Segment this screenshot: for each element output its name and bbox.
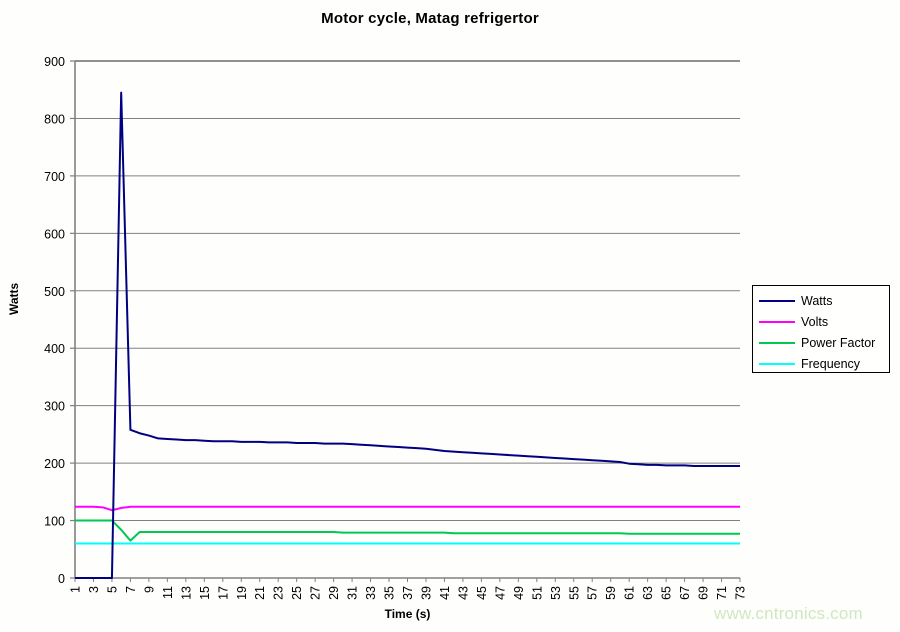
axis-lines [74,60,740,579]
svg-text:900: 900 [44,55,65,69]
x-axis-ticks: 1 3 5 7 9 11 13 15 17 19 21 23 25 27 29 31 33 35 37 39 41 43 4… [69,578,748,600]
svg-text:3: 3 [87,586,101,593]
legend-item-power-factor: Power Factor [753,332,889,353]
svg-text:69: 69 [697,586,711,600]
svg-text:17: 17 [216,586,230,600]
y-axis-ticks: 0 100 200 300 400 500 600 700 800 900 [44,55,75,586]
svg-text:1: 1 [69,586,83,593]
svg-text:39: 39 [419,586,433,600]
svg-text:100: 100 [44,515,65,529]
svg-text:25: 25 [290,586,304,600]
svg-text:43: 43 [456,586,470,600]
chart-container: Motor cycle, Matag refrigertor Watts 0 10… [0,0,900,632]
svg-text:59: 59 [604,586,618,600]
legend-swatch-volts [759,320,795,323]
svg-text:200: 200 [44,457,65,471]
svg-text:53: 53 [549,586,563,600]
svg-text:47: 47 [493,586,507,600]
svg-text:19: 19 [235,586,249,600]
svg-text:9: 9 [142,586,156,593]
svg-text:7: 7 [124,586,138,593]
svg-text:400: 400 [44,342,65,356]
series-line-watts [75,91,740,579]
svg-text:21: 21 [253,586,267,600]
legend-label-frequency: Frequency [801,356,861,371]
series-line-power-factor [75,519,740,542]
svg-text:35: 35 [383,586,397,600]
svg-text:49: 49 [512,586,526,600]
svg-text:71: 71 [715,586,729,600]
svg-text:61: 61 [623,586,637,600]
svg-text:300: 300 [44,400,65,414]
svg-text:15: 15 [198,586,212,600]
svg-text:800: 800 [44,112,65,126]
legend-item-watts: Watts [753,290,889,311]
svg-text:57: 57 [586,586,600,600]
svg-text:600: 600 [44,227,65,241]
svg-text:63: 63 [641,586,655,600]
svg-text:29: 29 [327,586,341,600]
x-axis-label: Time (s) [384,607,431,621]
legend-label-watts: Watts [801,293,833,308]
svg-text:65: 65 [660,586,674,600]
svg-text:31: 31 [346,586,360,600]
legend-swatch-frequency [759,362,795,365]
svg-text:41: 41 [438,586,452,600]
svg-text:55: 55 [567,586,581,600]
legend: Watts Volts Power Factor Frequency [752,285,890,373]
svg-text:27: 27 [309,586,323,600]
watermark: www.cntronics.com [714,604,863,623]
legend-label-volts: Volts [801,314,829,329]
legend-item-frequency: Frequency [753,353,889,374]
svg-text:33: 33 [364,586,378,600]
svg-text:0: 0 [58,572,65,586]
gridlines [75,60,740,522]
legend-label-power-factor: Power Factor [801,335,876,350]
svg-text:45: 45 [475,586,489,600]
legend-swatch-power-factor [759,341,795,344]
svg-text:13: 13 [179,586,193,600]
series-line-volts [75,505,740,512]
legend-item-volts: Volts [753,311,889,332]
svg-text:73: 73 [734,586,748,600]
svg-text:67: 67 [678,586,692,600]
svg-text:23: 23 [272,586,286,600]
svg-text:37: 37 [401,586,415,600]
svg-text:500: 500 [44,285,65,299]
svg-text:51: 51 [530,586,544,600]
svg-text:5: 5 [105,586,119,593]
svg-text:700: 700 [44,170,65,184]
svg-text:11: 11 [161,586,175,599]
data-series [75,91,740,579]
legend-swatch-watts [759,299,795,302]
